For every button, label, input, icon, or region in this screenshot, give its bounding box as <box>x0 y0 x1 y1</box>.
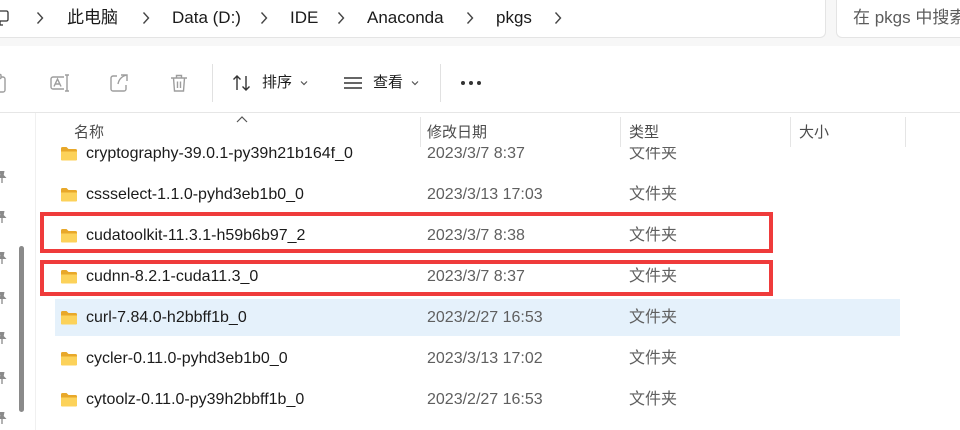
file-type: 文件夹 <box>629 350 678 367</box>
folder-icon <box>60 392 78 407</box>
more-icon <box>455 80 487 86</box>
view-label: 查看 <box>373 74 404 91</box>
delete-icon[interactable] <box>168 72 190 94</box>
column-header-type[interactable]: 类型 <box>629 124 659 141</box>
view-icon <box>343 73 363 93</box>
file-row[interactable]: cssselect-1.1.0-pyhd3eb1b0_0 2023/3/13 1… <box>0 174 960 215</box>
file-modified-date: 2023/2/27 16:53 <box>427 391 543 408</box>
address-bar[interactable]: 此电脑 Data (D:) IDE Anaconda pkgs <box>0 0 826 38</box>
file-row[interactable]: cudnn-8.2.1-cuda11.3_0 2023/3/7 8:37 文件夹 <box>0 256 960 297</box>
breadcrumb-item-this-pc[interactable]: 此电脑 <box>67 8 118 28</box>
breadcrumb-item-pkgs[interactable]: pkgs <box>496 8 532 28</box>
file-type: 文件夹 <box>629 391 678 408</box>
file-modified-date: 2023/3/13 17:02 <box>427 350 543 367</box>
file-type: 文件夹 <box>629 309 678 326</box>
file-list-content: cryptography-39.0.1-py39h21b164f_0 2023/… <box>0 147 960 420</box>
column-header-modified[interactable]: 修改日期 <box>427 124 487 141</box>
computer-icon[interactable] <box>0 10 9 26</box>
sort-button[interactable]: 排序 <box>226 46 318 112</box>
column-divider[interactable] <box>905 117 906 147</box>
column-divider[interactable] <box>790 117 791 147</box>
file-name: cytoolz-0.11.0-py39h2bbff1b_0 <box>86 391 305 408</box>
column-divider[interactable] <box>620 117 621 147</box>
file-row[interactable]: cryptography-39.0.1-py39h21b164f_0 2023/… <box>0 147 960 174</box>
share-icon[interactable] <box>108 72 130 94</box>
column-header-size[interactable]: 大小 <box>799 124 829 141</box>
file-type: 文件夹 <box>629 147 678 162</box>
column-header-name[interactable]: 名称 <box>74 124 104 141</box>
file-row[interactable]: cudatoolkit-11.3.1-h59b6b97_2 2023/3/7 8… <box>0 212 960 256</box>
folder-icon <box>60 187 78 202</box>
paste-icon[interactable] <box>0 72 10 94</box>
file-name: cssselect-1.1.0-pyhd3eb1b0_0 <box>86 186 304 203</box>
chevron-right-icon[interactable] <box>337 11 345 25</box>
chevron-right-icon[interactable] <box>554 11 562 25</box>
chevron-right-icon[interactable] <box>142 11 150 25</box>
file-row[interactable]: cycler-0.11.0-pyhd3eb1b0_0 2023/3/13 17:… <box>0 338 960 379</box>
file-modified-date: 2023/3/7 8:37 <box>427 147 525 162</box>
annotation-box <box>40 260 773 296</box>
view-button[interactable]: 查看 <box>337 46 429 112</box>
command-bar: 排序 查看 <box>0 46 960 112</box>
file-row[interactable]: curl-7.84.0-h2bbff1b_0 2023/2/27 16:53 文… <box>0 297 960 338</box>
chevron-up-icon <box>236 116 248 123</box>
sort-label: 排序 <box>262 74 293 91</box>
file-name: curl-7.84.0-h2bbff1b_0 <box>86 309 247 326</box>
more-options-button[interactable] <box>455 66 487 100</box>
breadcrumb-item-data-drive[interactable]: Data (D:) <box>172 8 241 28</box>
chevron-right-icon[interactable] <box>260 11 268 25</box>
breadcrumb-item-anaconda[interactable]: Anaconda <box>367 8 444 28</box>
folder-icon <box>60 351 78 366</box>
folder-icon <box>60 310 78 325</box>
file-row[interactable]: cytoolz-0.11.0-py39h2bbff1b_0 2023/2/27 … <box>0 379 960 420</box>
file-name: cryptography-39.0.1-py39h21b164f_0 <box>86 147 353 162</box>
annotation-box <box>40 212 773 253</box>
file-list[interactable]: cryptography-39.0.1-py39h21b164f_0 2023/… <box>0 147 960 430</box>
search-input[interactable]: 在 pkgs 中搜索 <box>836 0 960 38</box>
breadcrumb-item-ide[interactable]: IDE <box>290 8 318 28</box>
column-header: 名称 修改日期 类型 大小 <box>36 113 960 147</box>
file-name: cycler-0.11.0-pyhd3eb1b0_0 <box>86 350 288 367</box>
toolbar-separator <box>440 64 441 102</box>
chevron-right-icon[interactable] <box>466 11 474 25</box>
file-modified-date: 2023/3/13 17:03 <box>427 186 543 203</box>
rename-icon[interactable] <box>49 72 71 94</box>
chevron-down-icon <box>411 80 419 86</box>
sort-icon <box>232 73 252 93</box>
chevron-right-icon[interactable] <box>36 11 44 25</box>
file-modified-date: 2023/2/27 16:53 <box>427 309 543 326</box>
toolbar-separator <box>212 64 213 102</box>
folder-icon <box>60 147 78 161</box>
column-divider[interactable] <box>420 117 421 147</box>
file-type: 文件夹 <box>629 186 678 203</box>
chevron-down-icon <box>300 80 308 86</box>
search-placeholder: 在 pkgs 中搜索 <box>853 8 960 27</box>
